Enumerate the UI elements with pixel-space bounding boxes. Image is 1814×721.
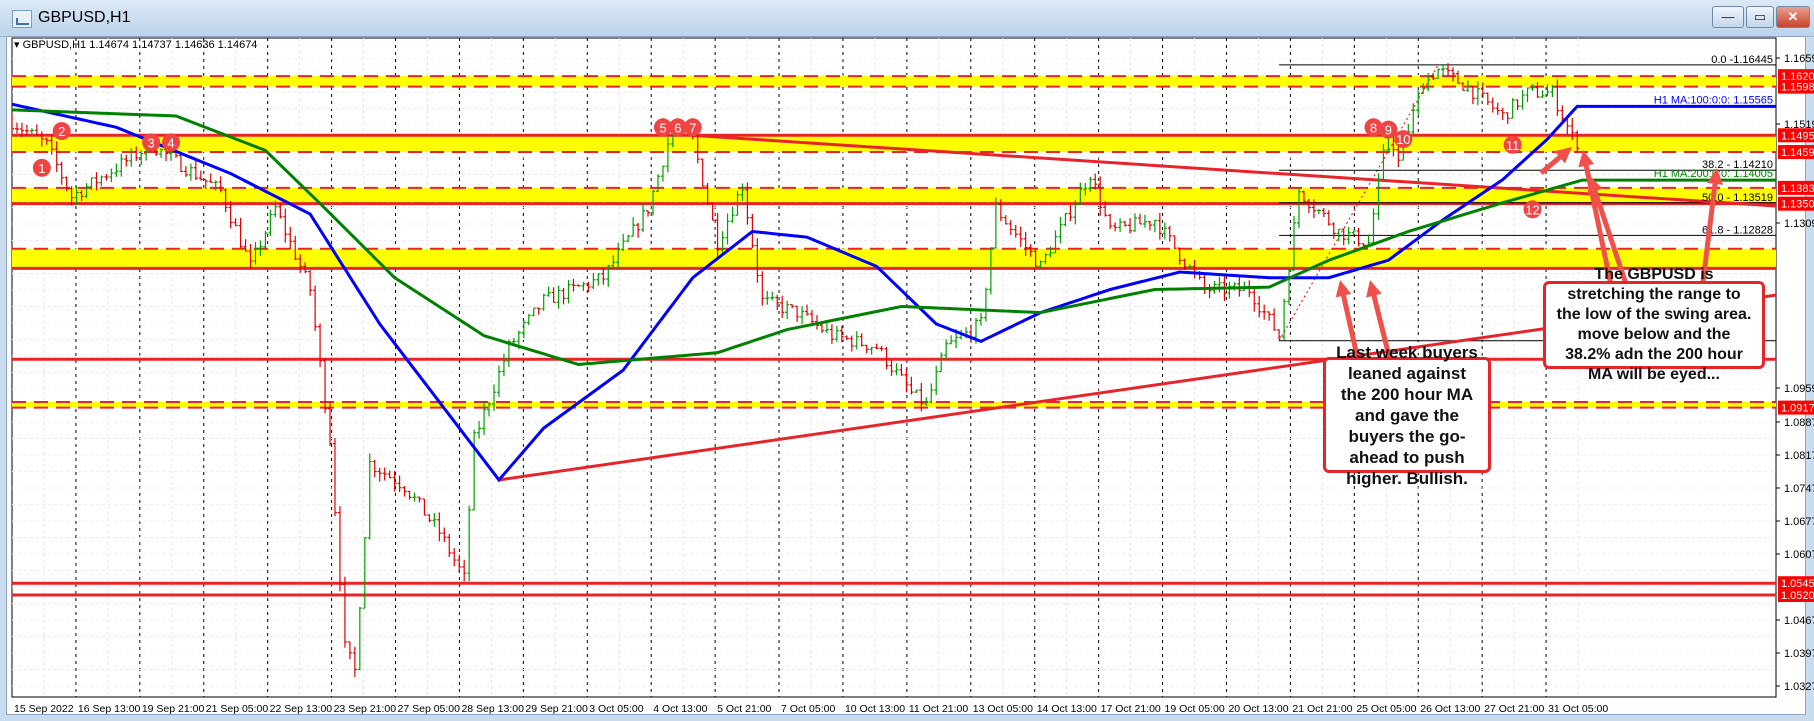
x-tick-label: 20 Oct 13:00 [1228, 703, 1288, 715]
y-tick-label: 1.07470 [1784, 483, 1814, 495]
level-price-tag-text: 1.15983 [1781, 82, 1814, 94]
level-price-tag-text: 1.14595 [1781, 147, 1814, 159]
numbered-marker-label: 7 [689, 120, 696, 135]
x-tick-label: 14 Oct 13:00 [1037, 703, 1097, 715]
y-tick-label: 1.16590 [1784, 53, 1814, 65]
y-tick-label: 1.13090 [1784, 218, 1814, 230]
x-tick-label: 28 Sep 13:00 [461, 703, 524, 715]
numbered-marker-label: 4 [167, 135, 174, 150]
y-tick-label: 1.03270 [1784, 681, 1814, 693]
x-tick-label: 16 Sep 13:00 [78, 703, 141, 715]
x-tick-label: 31 Oct 05:00 [1548, 703, 1608, 715]
ma100-label: H1 MA:100:0:0: 1.15565 [1654, 94, 1773, 106]
x-tick-label: 27 Sep 05:00 [398, 703, 461, 715]
x-tick-label: 19 Oct 05:00 [1165, 703, 1225, 715]
y-tick-label: 1.08870 [1784, 417, 1814, 429]
x-tick-label: 21 Oct 21:00 [1292, 703, 1352, 715]
numbered-marker-label: 8 [1370, 120, 1377, 135]
y-tick-label: 1.06070 [1784, 549, 1814, 561]
support-resistance-zone [12, 248, 1776, 269]
numbered-marker-label: 11 [1506, 138, 1520, 153]
numbered-marker-label: 10 [1396, 132, 1410, 147]
x-tick-label: 19 Sep 21:00 [142, 703, 205, 715]
annotation-box-gbpusd: The GBPUSD is stretching the range to th… [1543, 266, 1765, 383]
numbered-marker-label: 2 [58, 124, 65, 139]
x-tick-label: 15 Sep 2022 [14, 703, 74, 715]
numbered-marker-label: 1 [38, 161, 45, 176]
x-tick-label: 21 Sep 05:00 [206, 703, 269, 715]
y-tick-label: 1.03970 [1784, 648, 1814, 660]
ohlc-readout: GBPUSD,H1 1.14674 1.14737 1.14636 1.1467… [22, 39, 258, 51]
support-resistance-zone [12, 76, 1776, 87]
y-tick-label: 1.09590 [1784, 383, 1814, 395]
x-tick-label: 25 Oct 05:00 [1356, 703, 1416, 715]
x-tick-label: 27 Oct 21:00 [1484, 703, 1544, 715]
y-tick-label: 1.08170 [1784, 450, 1814, 462]
x-tick-label: 7 Oct 05:00 [781, 703, 835, 715]
x-tick-label: 5 Oct 21:00 [717, 703, 771, 715]
price-chart[interactable]: 15 Sep 2022 16 Sep 13:00 19 Sep 21:00 21 Se… [0, 0, 1814, 721]
fib-level-label: 61.8 - 1.12828 [1702, 224, 1773, 236]
x-tick-label: 17 Oct 21:00 [1101, 703, 1161, 715]
numbered-marker-label: 3 [148, 135, 155, 150]
y-tick-label: 1.06770 [1784, 516, 1814, 528]
fib-level-label: 0.0 -1.16445 [1711, 54, 1773, 66]
x-tick-label: 23 Sep 21:00 [334, 703, 397, 715]
y-tick-label: 1.04670 [1784, 615, 1814, 627]
symbol-info: ▾ GBPUSD,H1 1.14674 1.14737 1.14636 1.14… [14, 39, 258, 51]
level-price-tag-text: 1.05200 [1781, 590, 1814, 602]
x-tick-label: 11 Oct 21:00 [909, 703, 969, 715]
x-tick-label: 22 Sep 13:00 [270, 703, 333, 715]
x-tick-label: 26 Oct 13:00 [1420, 703, 1480, 715]
x-tick-label: 4 Oct 13:00 [653, 703, 707, 715]
numbered-marker-label: 5 [659, 120, 666, 135]
numbered-marker-label: 9 [1385, 123, 1392, 138]
level-price-tag-text: 1.13500 [1781, 199, 1814, 211]
numbered-marker-label: 6 [674, 120, 681, 135]
annotation-box-buyers: Last week buyers leaned against the 200 … [1323, 343, 1491, 488]
level-price-tag-text: 1.13835 [1781, 183, 1814, 195]
x-tick-label: 3 Oct 05:00 [589, 703, 643, 715]
level-price-tag-text: 1.09175 [1781, 403, 1814, 415]
x-tick-label: 29 Sep 21:00 [525, 703, 588, 715]
level-price-tag-text: 1.14951 [1781, 130, 1814, 142]
x-tick-label: 10 Oct 13:00 [845, 703, 905, 715]
x-tick-label: 13 Oct 05:00 [973, 703, 1033, 715]
numbered-marker-label: 12 [1525, 202, 1539, 217]
